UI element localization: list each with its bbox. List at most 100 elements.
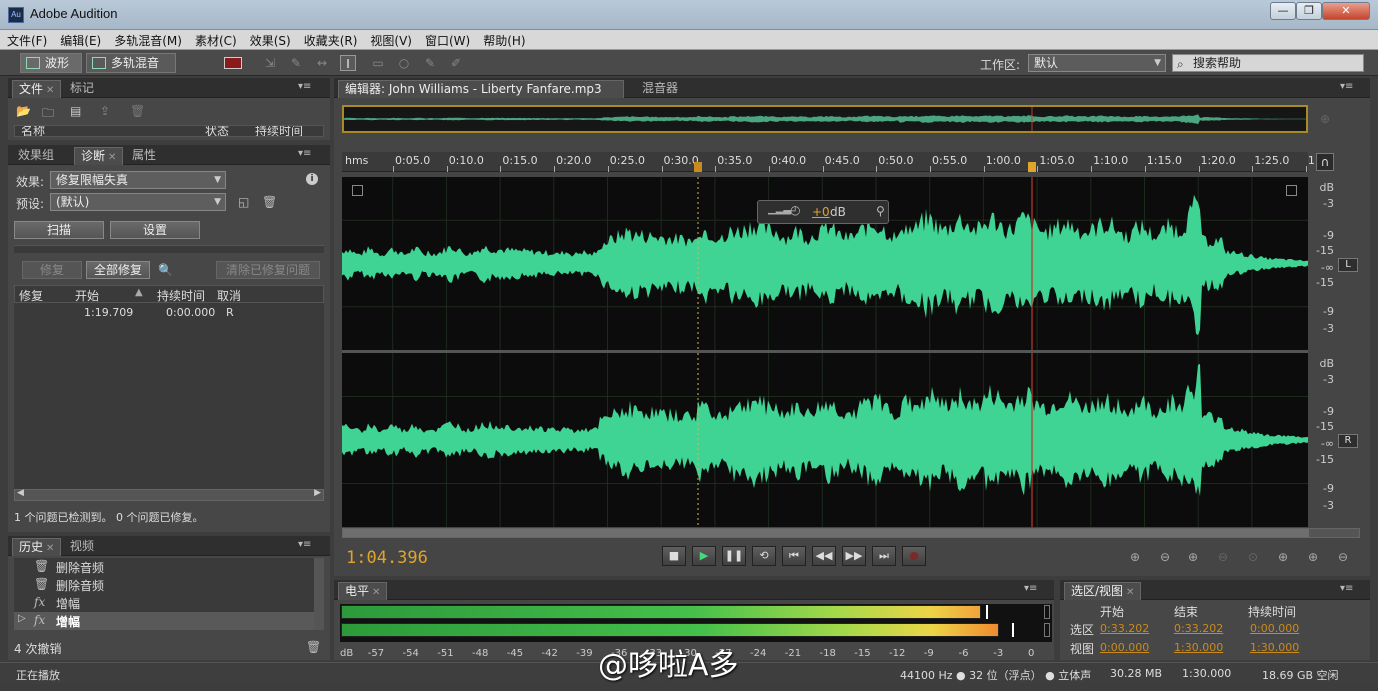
info-icon[interactable]: i xyxy=(306,173,318,185)
zoom-selection-icon[interactable]: ⊙ xyxy=(1244,550,1262,566)
fade-in-handle-icon[interactable] xyxy=(352,185,363,196)
open-folder-icon[interactable]: 📂 xyxy=(16,104,31,118)
go-to-start-button[interactable]: ⏮ xyxy=(782,546,806,566)
play-button[interactable]: ▶ xyxy=(692,546,716,566)
razor-tool-icon[interactable]: ✎ xyxy=(288,55,304,71)
repair-button[interactable]: 修复 xyxy=(22,261,82,279)
clip-indicator-left[interactable] xyxy=(1044,605,1050,619)
menu-view[interactable]: 视图(V) xyxy=(363,30,418,49)
marquee-tool-icon[interactable]: ▭ xyxy=(370,55,386,71)
close-button[interactable]: ✕ xyxy=(1322,2,1370,20)
view-duration-value[interactable]: 1:30.000 xyxy=(1250,641,1299,654)
insert-icon[interactable]: ⇪ xyxy=(100,104,110,118)
panel-menu-icon[interactable]: ▾≡ xyxy=(298,148,311,159)
table-row[interactable]: 1:19.709 0:00.000 R xyxy=(14,303,324,323)
multitrack-view-button[interactable]: 多轨混音 xyxy=(86,53,176,73)
fade-out-handle-icon[interactable] xyxy=(1286,185,1297,196)
tab-editor[interactable]: 编辑器: John Williams - Liberty Fanfare.mp3… xyxy=(338,80,624,113)
menu-favorites[interactable]: 收藏夹(R) xyxy=(297,30,364,49)
menu-clip[interactable]: 素材(C) xyxy=(188,30,243,49)
channel-right-toggle[interactable]: R xyxy=(1338,434,1358,448)
zoom-out-time-icon[interactable]: ⊖ xyxy=(1334,550,1352,566)
tab-levels[interactable]: 电平 ✕ xyxy=(338,582,388,600)
gain-hud[interactable]: ▁▂▃ ◴ +0 dB ⚲ xyxy=(757,200,889,224)
scrollbar-thumb[interactable] xyxy=(343,529,1309,537)
selection-end-value[interactable]: 0:33.202 xyxy=(1174,622,1223,635)
workspace-select[interactable]: 默认 ▼ xyxy=(1028,54,1166,72)
lasso-tool-icon[interactable]: ○ xyxy=(396,55,412,71)
panel-divider[interactable] xyxy=(14,245,324,253)
playhead-marker-icon[interactable] xyxy=(1028,162,1036,172)
menu-file[interactable]: 文件(F) xyxy=(0,30,53,49)
import-icon[interactable]: 🗀 xyxy=(42,104,54,125)
minimize-button[interactable]: — xyxy=(1270,2,1296,20)
maximize-button[interactable]: ❐ xyxy=(1296,2,1322,20)
move-tool-icon[interactable]: ⇲ xyxy=(262,55,278,71)
vertical-scrollbar[interactable] xyxy=(314,558,324,630)
horizontal-scrollbar[interactable]: ◀ ▶ xyxy=(14,488,324,501)
loop-button[interactable]: ⟲ xyxy=(752,546,776,566)
list-item[interactable]: 🗑 删除音频 xyxy=(14,558,314,576)
panel-menu-icon[interactable]: ▾≡ xyxy=(1340,81,1353,92)
clear-repaired-button[interactable]: 清除已修复问题 xyxy=(216,261,320,279)
tab-markers[interactable]: 标记 xyxy=(64,80,100,98)
fast-forward-button[interactable]: ▶▶ xyxy=(842,546,866,566)
delete-preset-icon[interactable]: 🗑 xyxy=(262,195,277,209)
menu-edit[interactable]: 编辑(E) xyxy=(53,30,107,49)
effect-select[interactable]: 修复限幅失真 ▼ xyxy=(50,171,226,189)
rewind-button[interactable]: ◀◀ xyxy=(812,546,836,566)
waveform-view-button[interactable]: 波形 xyxy=(20,53,82,73)
panel-menu-icon[interactable]: ▾≡ xyxy=(298,81,311,92)
tab-diagnostics[interactable]: 诊断 ✕ xyxy=(74,147,124,165)
tab-effects-rack[interactable]: 效果组 xyxy=(12,147,60,165)
panel-menu-icon[interactable]: ▾≡ xyxy=(298,539,311,550)
scan-button[interactable]: 扫描 xyxy=(14,221,104,239)
tab-history[interactable]: 历史 ✕ xyxy=(12,538,62,556)
tab-files[interactable]: 文件 ✕ xyxy=(12,80,62,98)
zoom-to-icon[interactable]: 🔍 xyxy=(158,263,173,277)
brush-tool-icon[interactable]: ✎ xyxy=(422,55,438,71)
pause-button[interactable]: ❚❚ xyxy=(722,546,746,566)
zoom-in-right-icon[interactable]: ⊕ xyxy=(1304,550,1322,566)
zoom-in-amplitude-icon[interactable]: ⊕ xyxy=(1126,550,1144,566)
menu-window[interactable]: 窗口(W) xyxy=(418,30,476,49)
repair-all-button[interactable]: 全部修复 xyxy=(86,261,150,279)
view-end-value[interactable]: 1:30.000 xyxy=(1174,641,1223,654)
slip-tool-icon[interactable]: ↔ xyxy=(314,55,330,71)
close-file-icon[interactable]: 🗑 xyxy=(130,104,145,118)
editor-scrollbar[interactable] xyxy=(342,528,1360,538)
delete-history-icon[interactable]: 🗑 xyxy=(306,640,321,654)
go-to-end-button[interactable]: ⏭ xyxy=(872,546,896,566)
stop-button[interactable]: ■ xyxy=(662,546,686,566)
new-file-icon[interactable]: ▤ xyxy=(70,104,81,118)
preset-select[interactable]: (默认) ▼ xyxy=(50,193,226,211)
zoom-navigator-icon[interactable]: ⊕ xyxy=(1320,112,1330,126)
tab-selection-view[interactable]: 选区/视图 ✕ xyxy=(1064,582,1142,600)
list-item[interactable]: 🗑 删除音频 xyxy=(14,576,314,594)
zoom-in-left-icon[interactable]: ⊕ xyxy=(1274,550,1292,566)
menu-help[interactable]: 帮助(H) xyxy=(476,30,531,49)
selection-duration-value[interactable]: 0:00.000 xyxy=(1250,622,1299,635)
list-item-current[interactable]: ▷ fx 增幅 xyxy=(14,612,314,630)
zoom-out-full-icon[interactable]: ⊖ xyxy=(1214,550,1232,566)
record-button[interactable]: ● xyxy=(902,546,926,566)
time-selection-tool-icon[interactable]: I xyxy=(340,55,356,71)
menu-effects[interactable]: 效果(S) xyxy=(243,30,297,49)
time-ruler[interactable]: hms 0:05.0 0:10.0 0:15.0 0:20.0 0:25.0 0:30.0… xyxy=(342,152,1326,172)
zoom-in-time-icon[interactable]: ⊕ xyxy=(1184,550,1202,566)
tab-video[interactable]: 视频 xyxy=(64,538,100,556)
tab-properties[interactable]: 属性 xyxy=(126,147,162,165)
zoom-out-amplitude-icon[interactable]: ⊖ xyxy=(1156,550,1174,566)
clip-indicator-right[interactable] xyxy=(1044,623,1050,637)
panel-menu-icon[interactable]: ▾≡ xyxy=(1024,583,1037,594)
tab-mixer[interactable]: 混音器 xyxy=(636,80,684,98)
search-help-input[interactable]: ⌕ 搜索帮助 xyxy=(1172,54,1364,72)
channel-left-toggle[interactable]: L xyxy=(1338,258,1358,272)
overview-timeline[interactable] xyxy=(342,105,1308,133)
spectral-display-icon[interactable] xyxy=(224,57,242,69)
spot-healing-tool-icon[interactable]: ✐ xyxy=(448,55,464,71)
list-item[interactable]: fx 增幅 xyxy=(14,594,314,612)
headphones-icon[interactable]: ∩ xyxy=(1316,153,1334,171)
selection-start-value[interactable]: 0:33.202 xyxy=(1100,622,1149,635)
selection-marker-icon[interactable] xyxy=(694,162,702,172)
